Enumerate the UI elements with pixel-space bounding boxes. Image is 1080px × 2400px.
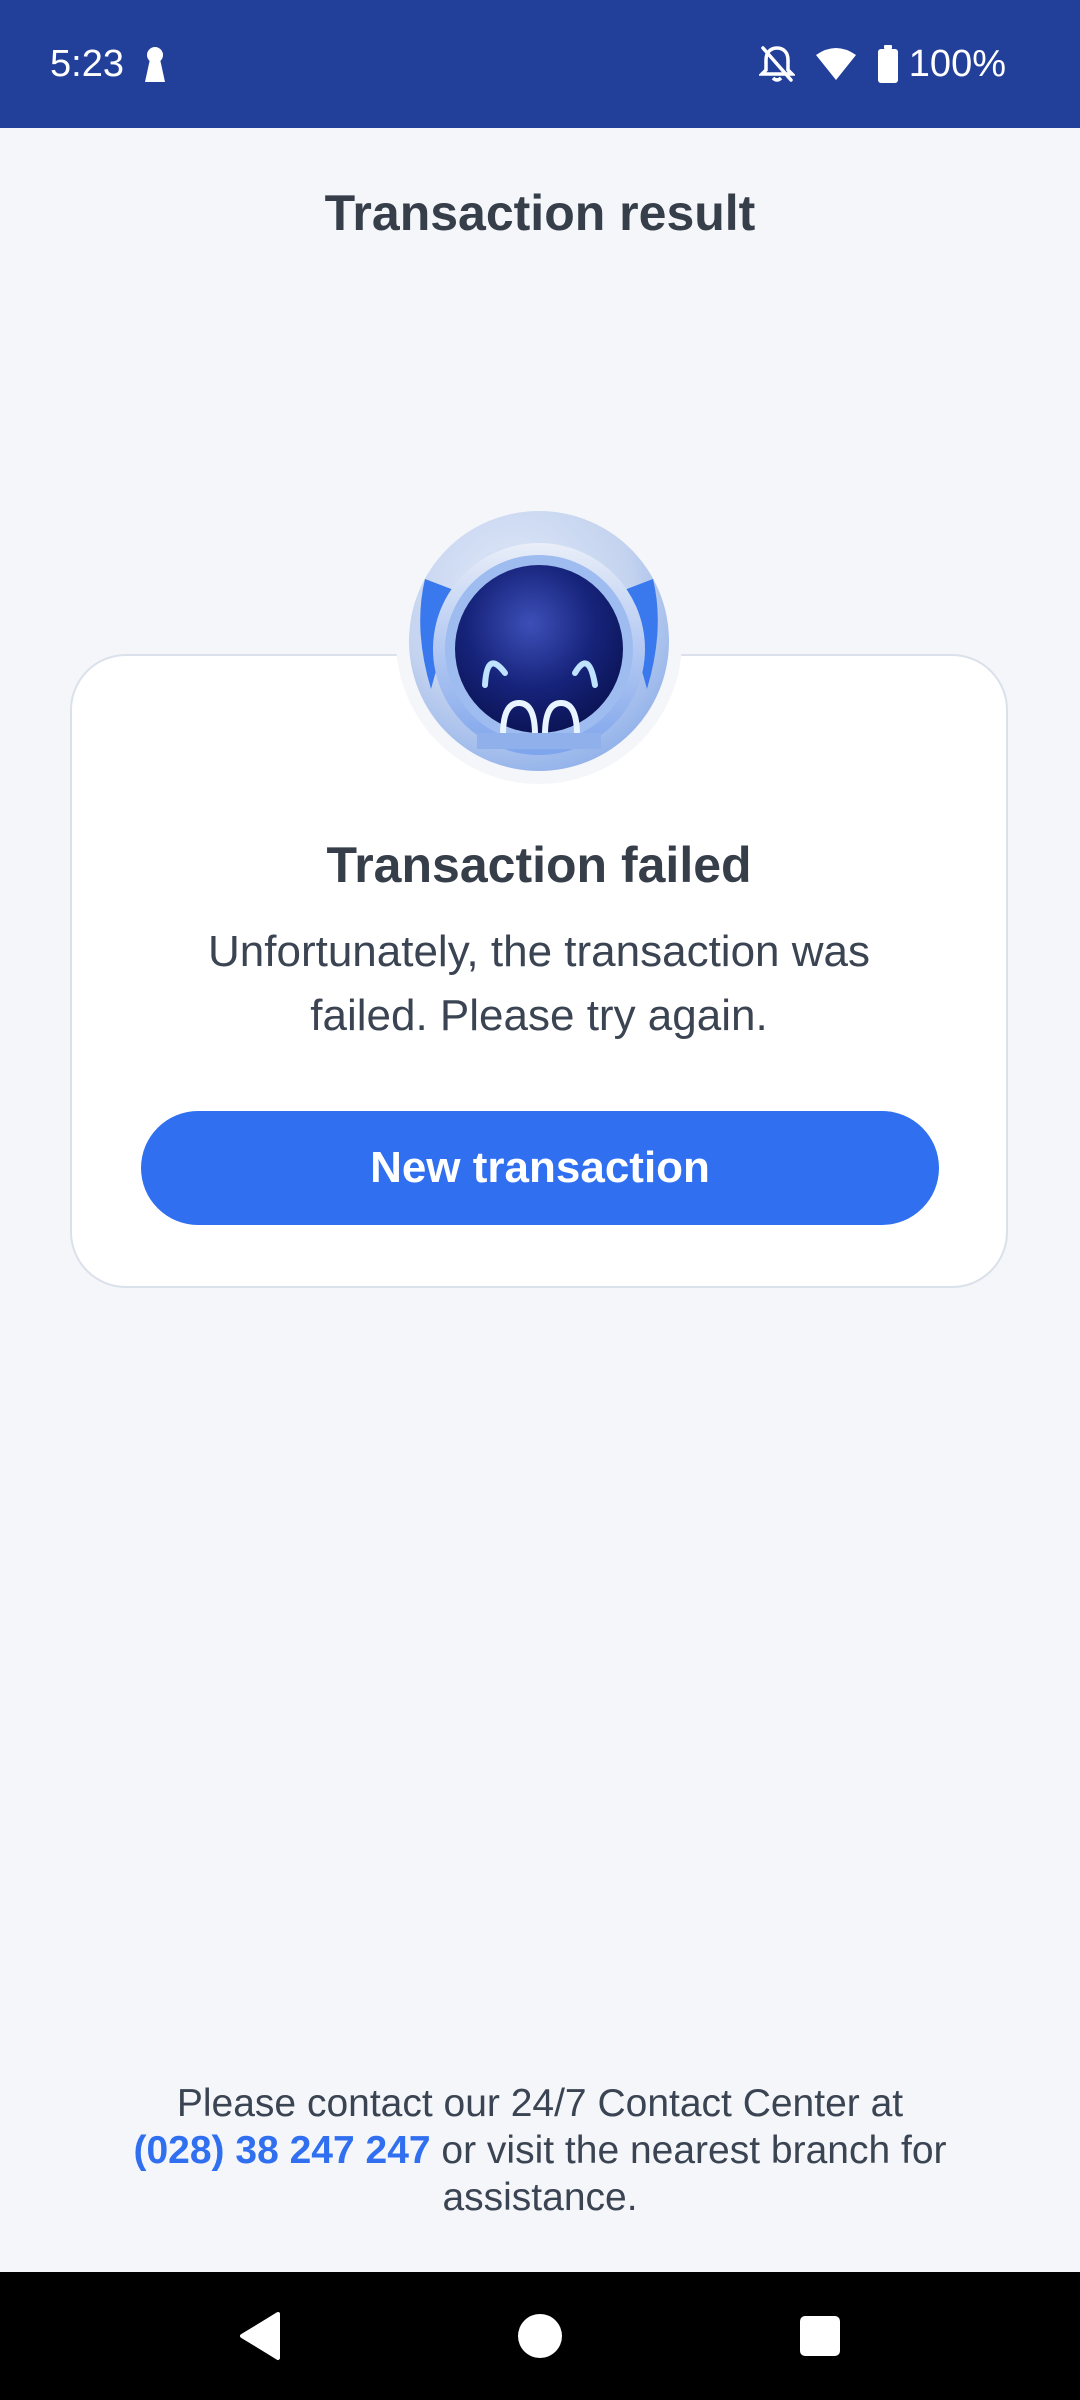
page-title: Transaction result (324, 185, 756, 241)
battery-level: 100% (908, 43, 1006, 85)
wifi-icon (815, 48, 856, 80)
back-button[interactable] (210, 2272, 310, 2400)
bell-off-icon (758, 46, 795, 82)
footer-note: Please contact our 24/7 Contact Center a… (90, 2080, 990, 2221)
recents-button[interactable] (770, 2272, 870, 2400)
keyhole-icon (145, 47, 165, 82)
mascot-frame (396, 498, 682, 784)
battery-icon (877, 45, 898, 83)
back-icon (240, 2312, 280, 2360)
status-time: 5:23 (50, 43, 124, 85)
contact-phone-link[interactable]: (028) 38 247 247 (134, 2129, 431, 2172)
footer-text-before: Please contact our 24/7 Contact Center a… (176, 2082, 904, 2125)
footer-text-after: or visit the nearest branch for assistan… (441, 2129, 947, 2219)
status-icons: 100% (758, 40, 1006, 88)
recents-icon (800, 2316, 840, 2356)
status-bar: 5:23 100% (0, 0, 1080, 128)
card-message: Unfortunately, the transaction was faile… (208, 927, 870, 1040)
new-transaction-button[interactable]: New transaction (141, 1111, 939, 1225)
navigation-bar (0, 2272, 1080, 2400)
card-title: Transaction failed (326, 837, 752, 893)
mascot-robot-icon (409, 511, 669, 771)
home-icon (518, 2314, 562, 2358)
home-button[interactable] (490, 2272, 590, 2400)
